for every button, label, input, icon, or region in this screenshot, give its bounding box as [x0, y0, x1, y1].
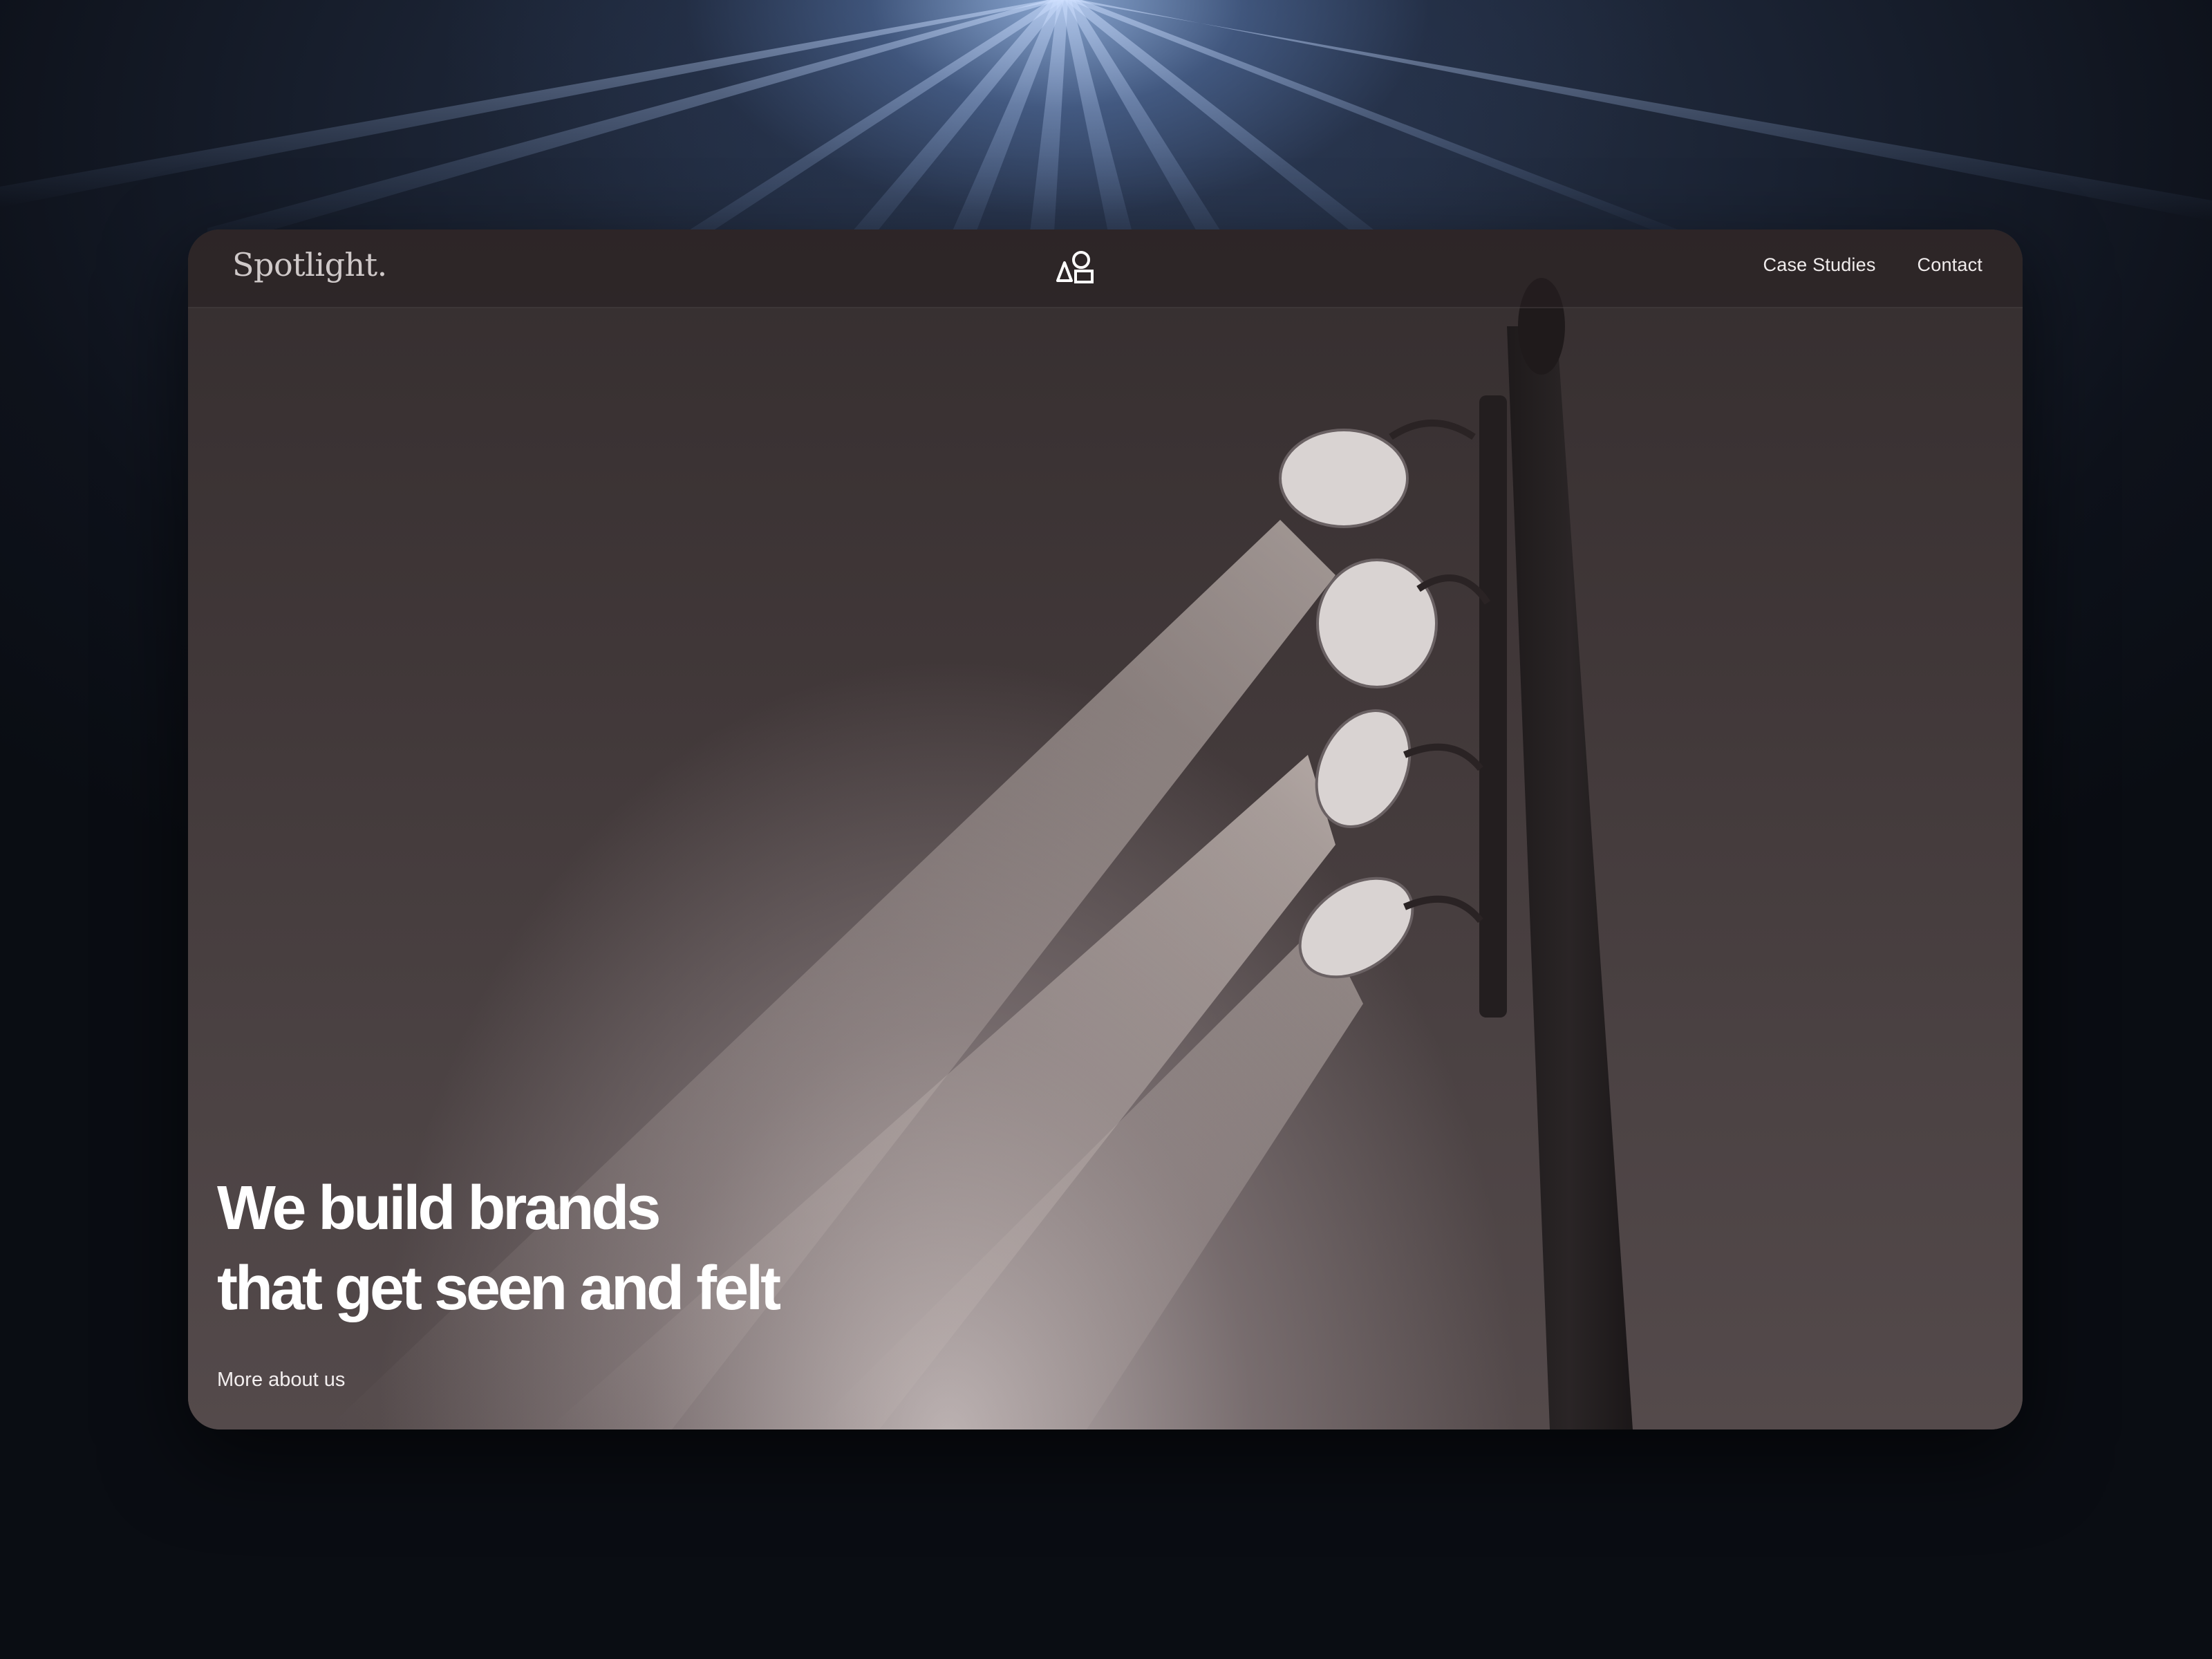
shapes-icon[interactable]	[1055, 247, 1096, 286]
brand-logo-text[interactable]: Spotlight.	[232, 246, 387, 283]
primary-nav: Case Studies Contact	[1763, 254, 1983, 276]
hero-headline-line-2: that get seen and felt	[217, 1254, 781, 1323]
hero-headline-line-1: We build brands	[217, 1174, 661, 1243]
hero-card: Spotlight. Case Studies Contact We build…	[188, 229, 2023, 1430]
nav-link-case-studies[interactable]: Case Studies	[1763, 254, 1876, 276]
more-about-us-link[interactable]: More about us	[217, 1369, 345, 1391]
top-nav-bar: Spotlight. Case Studies Contact	[188, 229, 2023, 308]
hero-headline: We build brands that get seen and felt	[217, 1168, 781, 1329]
nav-link-contact[interactable]: Contact	[1918, 254, 1983, 276]
